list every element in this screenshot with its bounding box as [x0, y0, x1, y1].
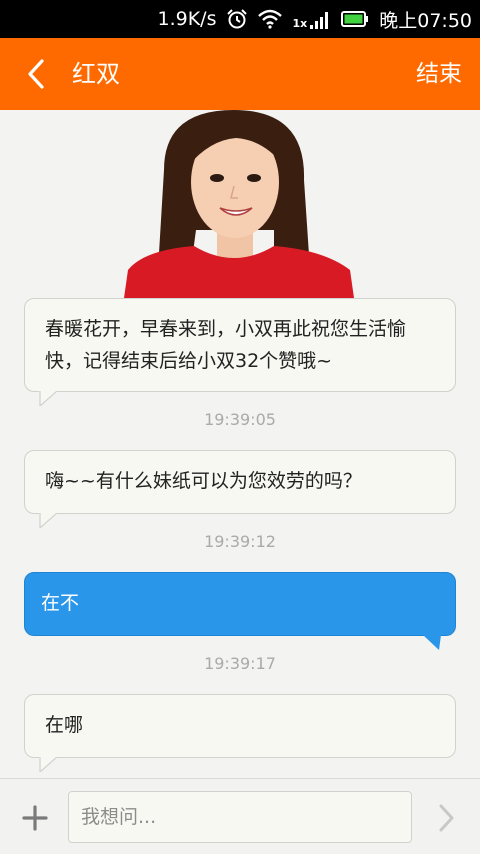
network-speed: 1.9K/s: [157, 8, 217, 30]
send-button[interactable]: [432, 801, 460, 835]
input-bar: 我想问...: [0, 778, 480, 854]
wifi-icon: [258, 9, 283, 29]
message-timestamp: 19:39:12: [204, 532, 276, 551]
message-text: 在不: [41, 592, 80, 614]
chevron-left-icon: [28, 59, 44, 89]
chevron-right-icon: [439, 804, 454, 832]
agent-message: 春暖花开，早春来到，小双再此祝您生活愉快，记得结束后给小双32个赞哦~: [24, 298, 456, 406]
page-title: 红双: [72, 60, 120, 88]
agent-message: 嗨~~有什么妹纸可以为您效劳的吗？: [24, 450, 456, 528]
end-button[interactable]: 结束: [416, 38, 462, 110]
message-text: 春暖花开，早春来到，小双再此祝您生活愉快，记得结束后给小双32个赞哦~: [45, 318, 407, 372]
alarm-icon: [226, 8, 248, 30]
message-timestamp: 19:39:17: [204, 654, 276, 673]
chat-area[interactable]: 春暖花开，早春来到，小双再此祝您生活愉快，记得结束后给小双32个赞哦~ 19:3…: [0, 110, 480, 778]
bubble-tail: [39, 513, 57, 528]
clock: 晚上07:50: [379, 9, 472, 32]
status-bar: 1.9K/s 1x 晚上07:50: [0, 0, 480, 38]
plus-icon: [22, 805, 48, 831]
battery-icon: [341, 10, 369, 28]
signal-icon: 1x: [292, 8, 331, 30]
bubble-tail: [39, 757, 57, 772]
input-placeholder: 我想问...: [81, 806, 157, 828]
signal-label: 1x: [292, 17, 308, 30]
message-input[interactable]: 我想问...: [68, 791, 412, 843]
bubble-tail: [39, 391, 57, 406]
message-text: 在哪: [45, 714, 84, 736]
agent-avatar: [124, 110, 354, 298]
user-message: 在不: [24, 572, 456, 650]
back-button[interactable]: [18, 56, 54, 92]
message-timestamp: 19:39:05: [204, 410, 276, 429]
bubble-tail: [423, 635, 441, 650]
add-attachment-button[interactable]: [20, 803, 50, 833]
title-bar: 红双 结束: [0, 38, 480, 110]
agent-message: 在哪: [24, 694, 456, 772]
message-text: 嗨~~有什么妹纸可以为您效劳的吗？: [45, 470, 362, 492]
